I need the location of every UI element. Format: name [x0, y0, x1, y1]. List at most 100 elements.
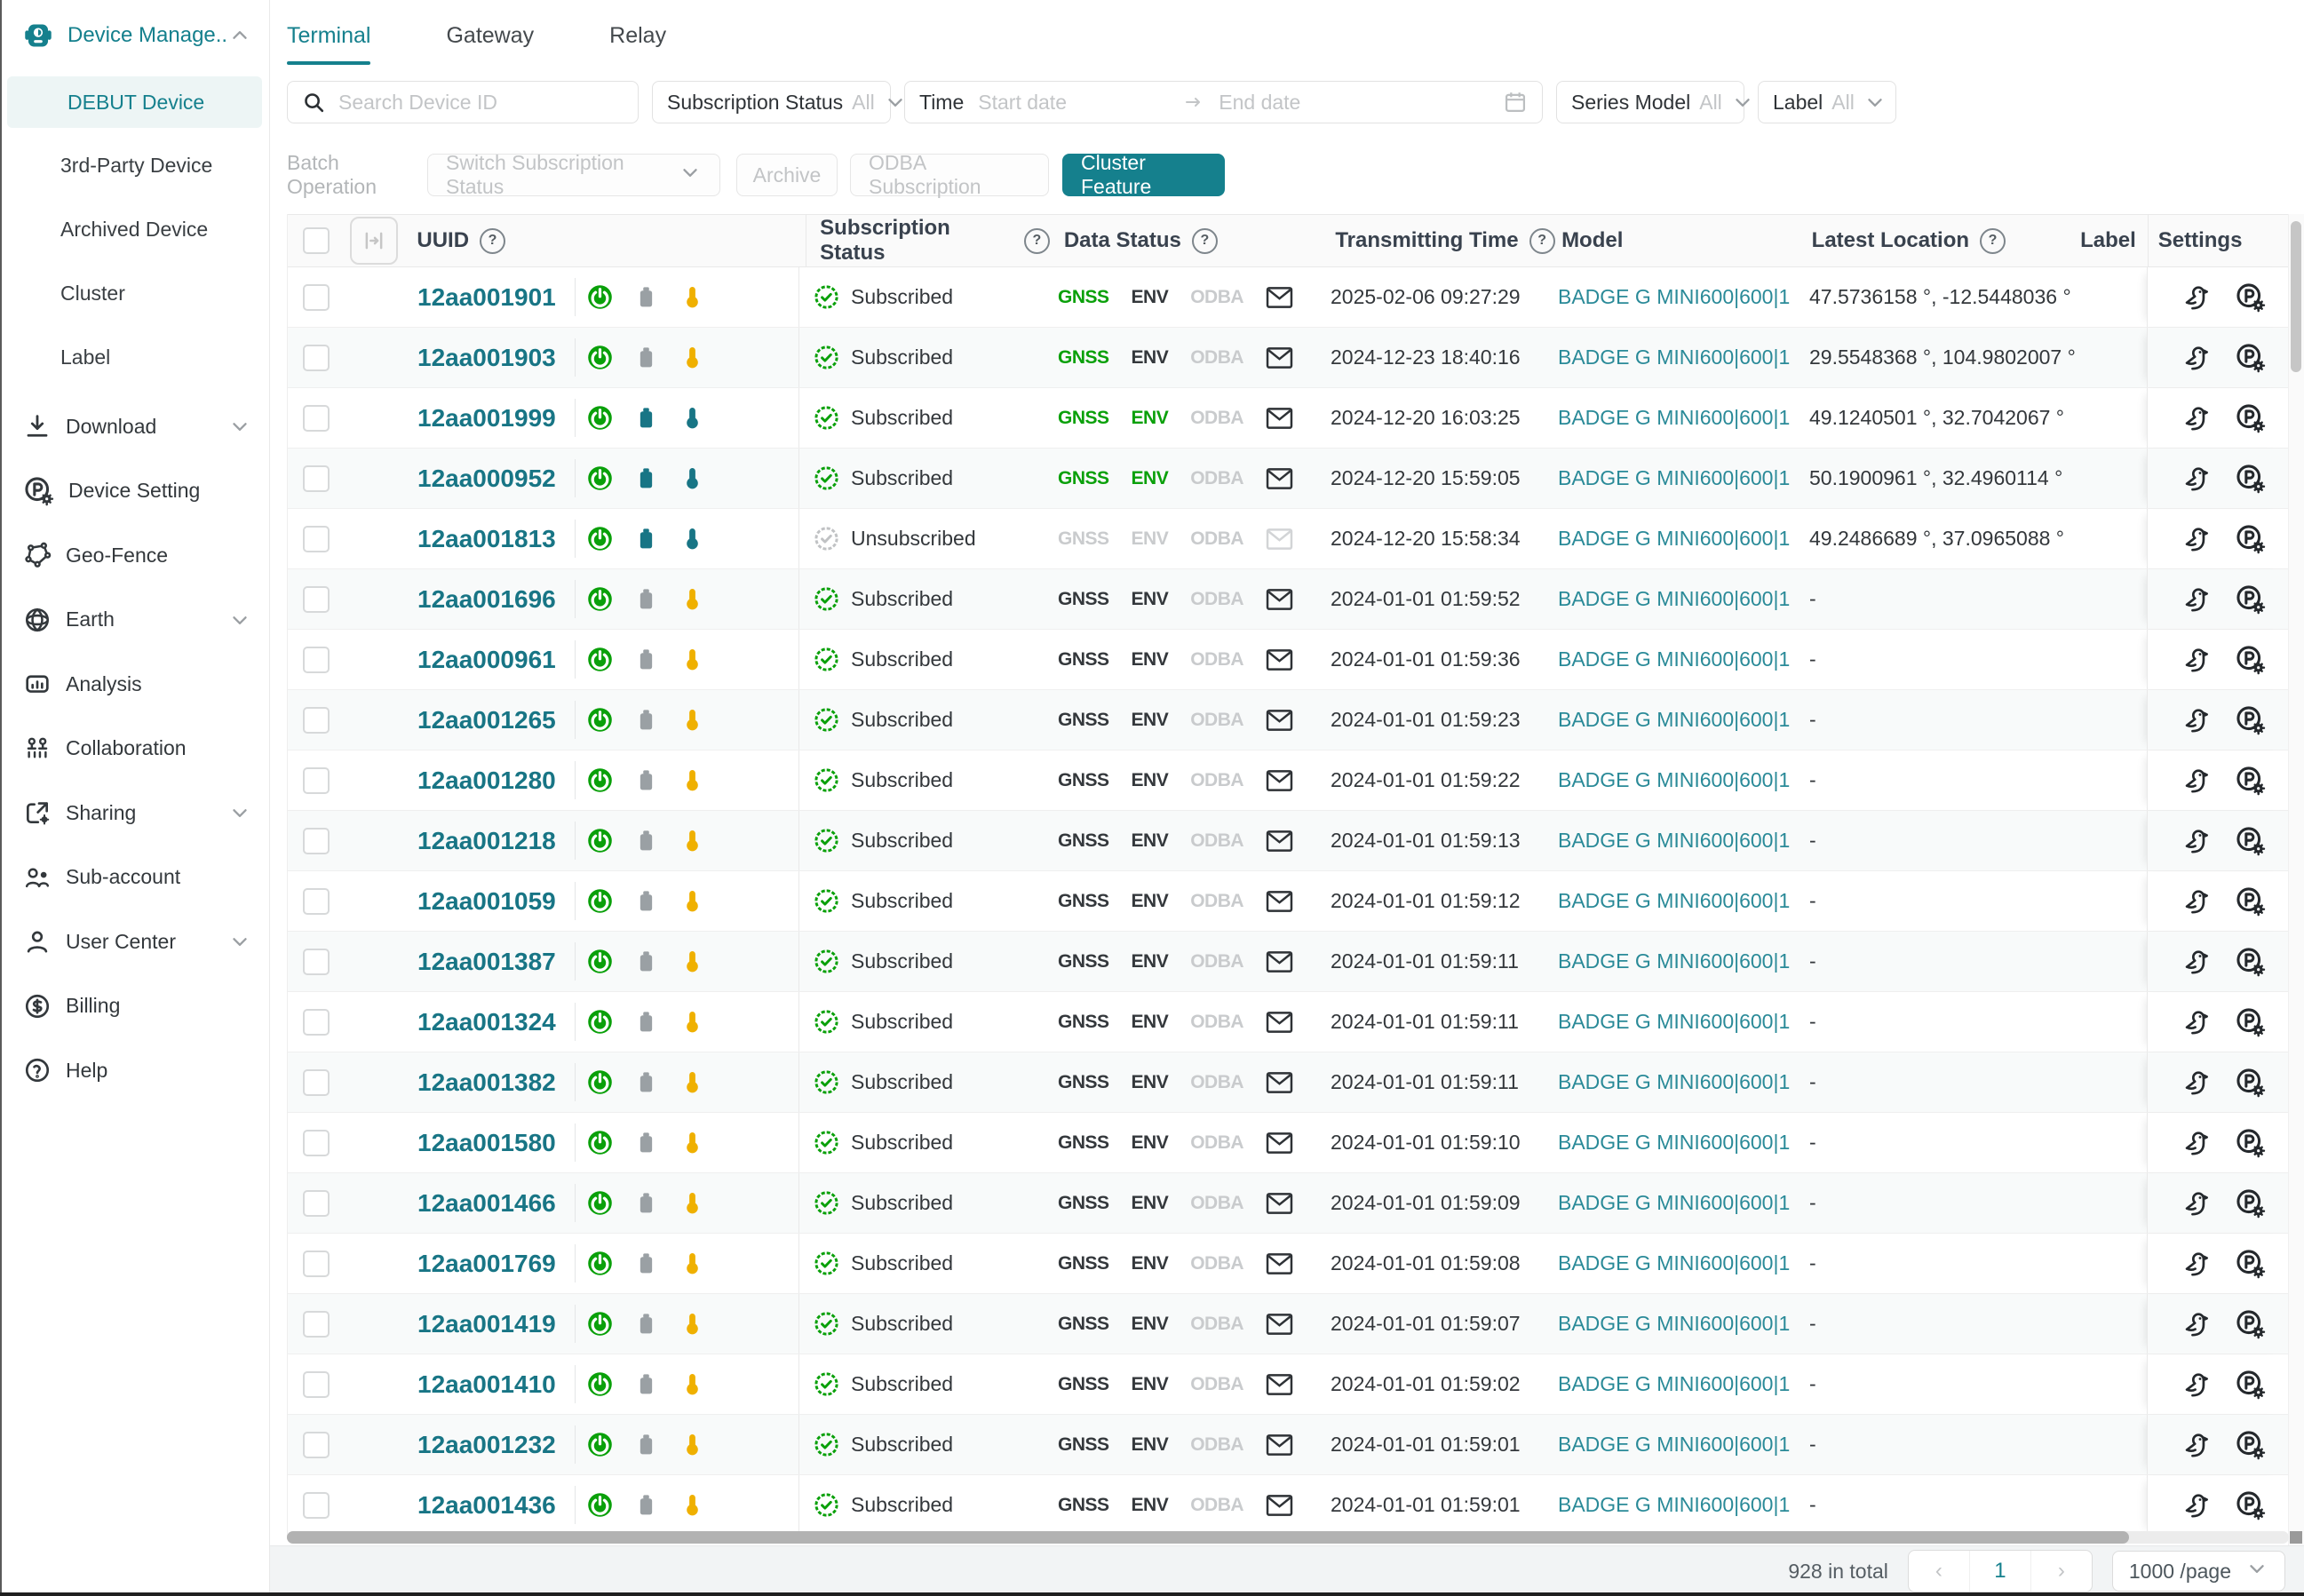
device-setting-icon[interactable] [2235, 282, 2266, 313]
end-date-input[interactable] [1217, 90, 1411, 115]
row-checkbox[interactable] [303, 405, 330, 432]
sidebar-item-earth[interactable]: Earth [0, 588, 269, 653]
subscription-status-filter[interactable]: Subscription Status All [652, 81, 891, 123]
row-checkbox[interactable] [303, 1492, 330, 1519]
model-link[interactable]: BADGE G MINI600|600|1 [1558, 768, 1790, 792]
row-checkbox[interactable] [303, 526, 330, 552]
row-checkbox[interactable] [303, 1311, 330, 1338]
row-checkbox[interactable] [303, 586, 330, 613]
device-uuid-link[interactable]: 12aa001280 [417, 766, 556, 795]
horizontal-scrollbar[interactable] [287, 1531, 2289, 1544]
device-setting-icon[interactable] [2235, 644, 2266, 675]
bird-tracker-icon[interactable] [2181, 645, 2212, 675]
bird-tracker-icon[interactable] [2181, 1007, 2212, 1037]
bird-tracker-icon[interactable] [2181, 1128, 2212, 1158]
prev-page-button[interactable]: ‹ [1909, 1551, 1969, 1592]
sidebar-item-debut-device[interactable]: DEBUT Device [7, 76, 262, 128]
model-link[interactable]: BADGE G MINI600|600|1 [1558, 1433, 1790, 1457]
device-setting-icon[interactable] [2235, 584, 2266, 615]
row-checkbox[interactable] [303, 1190, 330, 1217]
time-range-filter[interactable]: Time [904, 81, 1543, 123]
row-checkbox[interactable] [303, 345, 330, 371]
device-setting-icon[interactable] [2235, 1308, 2266, 1339]
sidebar-item-device-setting[interactable]: Device Setting [0, 459, 269, 524]
current-page[interactable]: 1 [1969, 1551, 2030, 1592]
bird-tracker-icon[interactable] [2181, 1490, 2212, 1521]
device-uuid-link[interactable]: 12aa001059 [417, 887, 556, 916]
device-uuid-link[interactable]: 12aa001419 [417, 1310, 556, 1338]
sidebar-item-archived-device[interactable]: Archived Device [0, 197, 269, 261]
sidebar-item-cluster[interactable]: Cluster [0, 261, 269, 325]
switch-subscription-status-dropdown[interactable]: Switch Subscription Status [427, 154, 720, 196]
next-page-button[interactable]: › [2030, 1551, 2092, 1592]
sidebar-item-sub-account[interactable]: Sub-account [0, 846, 269, 910]
device-uuid-link[interactable]: 12aa001436 [417, 1491, 556, 1520]
row-checkbox[interactable] [303, 1432, 330, 1458]
row-checkbox[interactable] [303, 707, 330, 734]
row-checkbox[interactable] [303, 828, 330, 854]
device-setting-icon[interactable] [2235, 1127, 2266, 1158]
device-setting-icon[interactable] [2235, 1248, 2266, 1279]
device-search-box[interactable] [287, 81, 639, 123]
model-link[interactable]: BADGE G MINI600|600|1 [1558, 527, 1790, 551]
device-setting-icon[interactable] [2235, 1187, 2266, 1219]
bird-tracker-icon[interactable] [2181, 766, 2212, 796]
model-link[interactable]: BADGE G MINI600|600|1 [1558, 1251, 1790, 1275]
expand-columns-icon[interactable] [350, 217, 398, 265]
cluster-feature-button[interactable]: Cluster Feature [1062, 154, 1225, 196]
search-input[interactable] [337, 90, 624, 115]
odba-subscription-button[interactable]: ODBA Subscription [850, 154, 1049, 196]
tab-gateway[interactable]: Gateway [446, 23, 534, 65]
device-setting-icon[interactable] [2235, 1429, 2266, 1460]
bird-tracker-icon[interactable] [2181, 1309, 2212, 1339]
row-checkbox[interactable] [303, 1009, 330, 1036]
device-setting-icon[interactable] [2235, 765, 2266, 796]
model-link[interactable]: BADGE G MINI600|600|1 [1558, 406, 1790, 430]
sidebar-item-download[interactable]: Download [0, 394, 269, 459]
model-link[interactable]: BADGE G MINI600|600|1 [1558, 829, 1790, 853]
bird-tracker-icon[interactable] [2181, 826, 2212, 856]
device-uuid-link[interactable]: 12aa001382 [417, 1068, 556, 1097]
bird-tracker-icon[interactable] [2181, 705, 2212, 735]
device-uuid-link[interactable]: 12aa001696 [417, 585, 556, 614]
device-uuid-link[interactable]: 12aa001580 [417, 1129, 556, 1157]
sidebar-item-billing[interactable]: Billing [0, 974, 269, 1039]
row-checkbox[interactable] [303, 465, 330, 492]
sidebar-item-user-center[interactable]: User Center [0, 909, 269, 974]
sidebar-section-device-management[interactable]: Device Manage... [0, 0, 269, 66]
model-link[interactable]: BADGE G MINI600|600|1 [1558, 1131, 1790, 1155]
device-uuid-link[interactable]: 12aa001813 [417, 525, 556, 553]
device-setting-icon[interactable] [2235, 1006, 2266, 1037]
device-uuid-link[interactable]: 12aa001466 [417, 1189, 556, 1218]
row-checkbox[interactable] [303, 647, 330, 673]
device-setting-icon[interactable] [2235, 825, 2266, 856]
bird-tracker-icon[interactable] [2181, 524, 2212, 554]
device-uuid-link[interactable]: 12aa001218 [417, 827, 556, 855]
sidebar-item-geo-fence[interactable]: Geo-Fence [0, 523, 269, 588]
model-link[interactable]: BADGE G MINI600|600|1 [1558, 647, 1790, 671]
bird-tracker-icon[interactable] [2181, 1188, 2212, 1219]
bird-tracker-icon[interactable] [2181, 1068, 2212, 1098]
model-link[interactable]: BADGE G MINI600|600|1 [1558, 1493, 1790, 1517]
sidebar-item-3rd-party-device[interactable]: 3rd-Party Device [0, 133, 269, 197]
series-model-filter[interactable]: Series Model All [1556, 81, 1744, 123]
row-checkbox[interactable] [303, 284, 330, 311]
device-uuid-link[interactable]: 12aa001769 [417, 1250, 556, 1278]
bird-tracker-icon[interactable] [2181, 464, 2212, 494]
device-setting-icon[interactable] [2235, 1489, 2266, 1521]
device-uuid-link[interactable]: 12aa001324 [417, 1008, 556, 1036]
device-uuid-link[interactable]: 12aa001410 [417, 1370, 556, 1399]
model-link[interactable]: BADGE G MINI600|600|1 [1558, 708, 1790, 732]
page-size-select[interactable]: 1000 /page [2112, 1551, 2285, 1592]
row-checkbox[interactable] [303, 1371, 330, 1398]
device-setting-icon[interactable] [2235, 1369, 2266, 1400]
tab-relay[interactable]: Relay [609, 23, 666, 65]
vertical-scrollbar-thumb[interactable] [2291, 221, 2301, 372]
model-link[interactable]: BADGE G MINI600|600|1 [1558, 1372, 1790, 1396]
sidebar-item-label[interactable]: Label [0, 325, 269, 389]
model-link[interactable]: BADGE G MINI600|600|1 [1558, 587, 1790, 611]
bird-tracker-icon[interactable] [2181, 1249, 2212, 1279]
device-uuid-link[interactable]: 12aa001265 [417, 706, 556, 734]
device-setting-icon[interactable] [2235, 946, 2266, 977]
sidebar-item-analysis[interactable]: Analysis [0, 652, 269, 717]
